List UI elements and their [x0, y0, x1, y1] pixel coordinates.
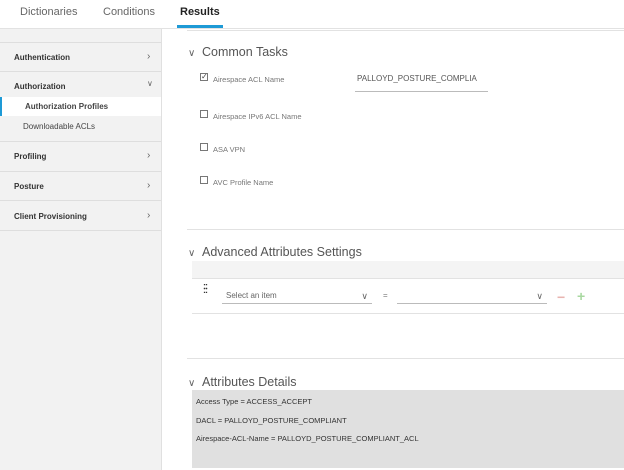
attributes-details-header[interactable]: ∨ Attributes Details — [188, 375, 296, 389]
sidebar: Authentication › Authorization ∨ Authori… — [0, 29, 162, 470]
section-title: Advanced Attributes Settings — [202, 245, 362, 259]
chevron-right-icon[interactable]: › — [147, 51, 150, 62]
sidebar-item-authentication[interactable]: Authentication — [14, 53, 70, 62]
detail-line: Airespace-ACL-Name = PALLOYD_POSTURE_COM… — [196, 434, 419, 443]
remove-row-button[interactable]: − — [557, 289, 565, 305]
add-row-button[interactable]: + — [577, 288, 585, 304]
checkbox-label: ASA VPN — [213, 145, 246, 154]
divider — [187, 30, 624, 31]
attributes-details-box: Access Type = ACCESS_ACCEPT DACL = PALLO… — [192, 390, 624, 468]
value-select[interactable]: ∨ — [397, 289, 547, 304]
sidebar-subitem-label: Authorization Profiles — [25, 102, 109, 111]
divider — [0, 200, 161, 201]
divider — [0, 141, 161, 142]
sidebar-item-client-provisioning[interactable]: Client Provisioning — [14, 212, 87, 221]
tab-conditions[interactable]: Conditions — [103, 6, 155, 18]
divider — [187, 229, 624, 230]
tab-dictionaries[interactable]: Dictionaries — [20, 6, 77, 18]
divider — [0, 171, 161, 172]
checkbox-avc-profile-name[interactable] — [200, 176, 208, 184]
sidebar-item-downloadable-acls[interactable]: Downloadable ACLs — [23, 122, 95, 131]
airespace-acl-name-input[interactable]: PALLOYD_POSTURE_COMPLIA — [355, 72, 488, 92]
chevron-right-icon[interactable]: › — [147, 150, 150, 161]
checkbox-airespace-ipv6-acl-name[interactable] — [200, 110, 208, 118]
section-title: Common Tasks — [202, 45, 288, 59]
checkbox-label: Airespace ACL Name — [213, 75, 285, 84]
chevron-down-icon: ∨ — [188, 248, 196, 259]
avc-row-clip: AVC Profile Name — [195, 172, 395, 186]
advanced-attributes-header[interactable]: ∨ Advanced Attributes Settings — [188, 245, 362, 259]
operator: = — [383, 291, 388, 300]
section-title: Attributes Details — [202, 375, 297, 389]
divider — [187, 358, 624, 359]
divider — [0, 230, 161, 231]
sidebar-item-posture[interactable]: Posture — [14, 182, 44, 191]
advanced-header-band — [192, 261, 624, 279]
drag-handle-icon[interactable]: :::: — [203, 282, 208, 295]
chevron-down-icon: ∨ — [188, 48, 196, 59]
divider — [192, 313, 624, 314]
attribute-select[interactable]: Select an item ∨ — [222, 289, 372, 304]
chevron-right-icon[interactable]: › — [147, 180, 150, 191]
tab-bar: Dictionaries Conditions Results — [0, 0, 624, 29]
detail-line: DACL = PALLOYD_POSTURE_COMPLIANT — [196, 416, 347, 425]
chevron-right-icon[interactable]: › — [147, 210, 150, 221]
sidebar-item-authorization[interactable]: Authorization — [14, 82, 66, 91]
checkbox-label: AVC Profile Name — [213, 178, 274, 186]
sidebar-item-authorization-profiles[interactable]: Authorization Profiles — [0, 97, 161, 116]
chevron-down-icon: ∨ — [536, 291, 543, 301]
checkbox-asa-vpn[interactable] — [200, 143, 208, 151]
sidebar-item-profiling[interactable]: Profiling — [14, 152, 46, 161]
chevron-down-icon: ∨ — [188, 378, 196, 389]
divider — [0, 71, 161, 72]
checkbox-airespace-acl-name[interactable]: ✓ — [200, 73, 208, 81]
checkbox-label: Airespace IPv6 ACL Name — [213, 112, 302, 121]
tab-results[interactable]: Results — [177, 6, 223, 28]
select-placeholder: Select an item — [226, 291, 277, 300]
detail-line: Access Type = ACCESS_ACCEPT — [196, 397, 312, 406]
common-tasks-header[interactable]: ∨ Common Tasks — [188, 45, 288, 59]
chevron-down-icon: ∨ — [361, 291, 368, 301]
divider — [0, 42, 161, 43]
chevron-down-icon[interactable]: ∨ — [147, 79, 153, 88]
